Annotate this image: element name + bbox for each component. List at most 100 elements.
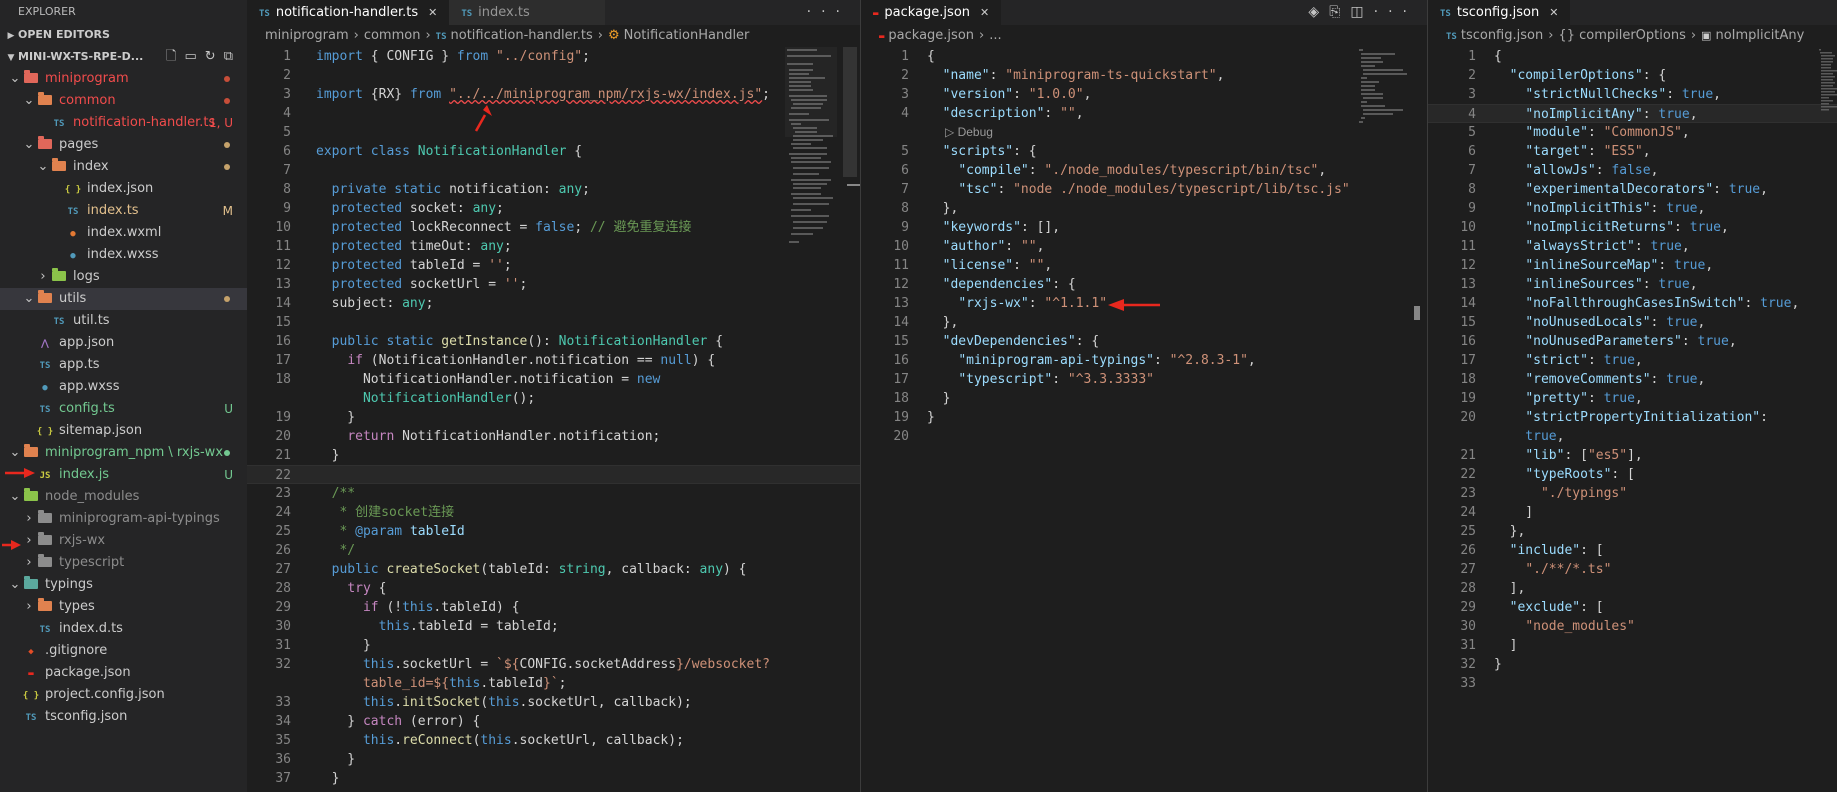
vertical-scrollbar[interactable] — [843, 47, 857, 177]
code-token: null — [660, 353, 692, 368]
tree-folder[interactable]: ⌄ pages — [0, 134, 247, 156]
tree-file[interactable]: TS notification-handler.ts 1, U — [0, 112, 247, 134]
code-token: "noImplicitThis" — [1525, 201, 1651, 216]
tree-folder[interactable]: ⌄ node_modules — [0, 486, 247, 508]
tab-tsconfig-json[interactable]: TS tsconfig.json ✕ — [1428, 0, 1571, 25]
minimap[interactable] — [1818, 47, 1837, 117]
split-editor-icon[interactable]: ◫ — [1350, 4, 1373, 20]
breadcrumb-item[interactable]: notification-handler.ts — [451, 28, 593, 43]
code-line: 10 "author": "", — [861, 237, 1427, 256]
breadcrumb-item[interactable]: tsconfig.json — [1461, 28, 1543, 43]
code-text: protected lockReconnect = false; // 避免重复… — [316, 218, 692, 237]
breadcrumb-item[interactable]: miniprogram — [265, 28, 349, 43]
tree-file[interactable]: { } sitemap.json — [0, 420, 247, 442]
code-text: "compile": "./node_modules/typescript/bi… — [927, 161, 1326, 180]
folder-icon — [38, 136, 52, 149]
code-token: reConnect — [402, 733, 473, 748]
code-line: 25 * @param tableId — [247, 522, 860, 541]
tree-folder[interactable]: › types — [0, 596, 247, 618]
code-text: "experimentalDecorators": true, — [1494, 180, 1768, 199]
close-icon[interactable]: ✕ — [428, 6, 437, 19]
tree-folder[interactable]: ⌄ common — [0, 90, 247, 112]
new-folder-icon[interactable]: ▭ — [185, 49, 205, 64]
breadcrumb-item[interactable]: ... — [989, 28, 1001, 43]
tree-file[interactable]: TS index.d.ts — [0, 618, 247, 640]
tree-file[interactable]: TS config.ts U — [0, 398, 247, 420]
tree-file[interactable]: TS app.ts — [0, 354, 247, 376]
code-line: 33 — [1428, 674, 1837, 693]
tree-folder[interactable]: ⌄ index — [0, 156, 247, 178]
tree-folder[interactable]: › typescript — [0, 552, 247, 574]
code-text: "inlineSources": true, — [1494, 275, 1697, 294]
tree-file[interactable]: { } project.config.json — [0, 684, 247, 706]
code-editor[interactable]: 1 import { CONFIG } from "../config"; 2 3 im… — [247, 47, 860, 788]
tree-file[interactable]: TS util.ts — [0, 310, 247, 332]
tree-file[interactable]: ● index.wxml — [0, 222, 247, 244]
breadcrumb-item[interactable]: package.json — [888, 28, 974, 43]
code-token: NotificationHandler — [417, 144, 567, 159]
tree-folder[interactable]: ⌄ miniprogram_npm \ rxjs-wx — [0, 442, 247, 464]
line-number: 35 — [275, 733, 291, 748]
tab-package-json[interactable]: ▬ package.json ✕ — [861, 0, 1002, 25]
minimap[interactable] — [785, 47, 837, 267]
minimap[interactable] — [1357, 47, 1409, 137]
javascript-file-icon: JS — [39, 471, 51, 481]
code-token: , — [1634, 353, 1643, 368]
code-editor[interactable]: 1{2 "compilerOptions": {3 "strictNullChe… — [1428, 47, 1837, 693]
breadcrumb-item[interactable]: common — [364, 28, 421, 43]
tree-file[interactable]: ● index.wxss — [0, 244, 247, 266]
tree-item-label: index — [73, 159, 109, 174]
tree-file[interactable]: { } index.json — [0, 178, 247, 200]
tree-item-label: package.json — [45, 665, 131, 680]
close-icon[interactable]: ✕ — [1549, 6, 1558, 19]
tree-file[interactable]: TS tsconfig.json — [0, 706, 247, 728]
tree-file[interactable]: ◆ .gitignore — [0, 640, 247, 662]
tab-notification-handler[interactable]: TS notification-handler.ts ✕ — [247, 0, 450, 25]
code-line: 12 "dependencies": { — [861, 275, 1427, 294]
code-token: socketUrl = — [402, 277, 504, 292]
tree-folder[interactable]: ⌄ utils — [0, 288, 247, 310]
breadcrumb-item[interactable]: {} compilerOptions — [1558, 28, 1685, 43]
project-section[interactable]: ▼ MINI-WX-TS-RPE-D... 🗋▭↻⧉ — [0, 46, 247, 68]
code-token: .tableId) { — [433, 600, 520, 615]
tree-file[interactable]: ▬ package.json — [0, 662, 247, 684]
tree-file[interactable]: ⋀ app.json — [0, 332, 247, 354]
breadcrumb-item[interactable]: NotificationHandler — [624, 28, 750, 43]
tree-folder[interactable]: › rxjs-wx — [0, 530, 247, 552]
close-icon[interactable]: ✕ — [980, 6, 989, 19]
code-line: 23 "./typings" — [1428, 484, 1837, 503]
codelens-debug[interactable]: ▷ Debug — [861, 123, 1427, 142]
tab-bar: TS notification-handler.ts ✕ TS index.ts ··· — [247, 0, 860, 25]
line-number: 8 — [1468, 182, 1476, 197]
more-actions-icon[interactable]: ··· — [1374, 4, 1417, 20]
new-file-icon[interactable]: 🗋 — [166, 49, 184, 64]
open-changes-icon[interactable]: ⎘ — [1329, 4, 1350, 20]
code-token: "lib" — [1525, 448, 1565, 463]
code-line: 4 — [247, 104, 860, 123]
tree-folder[interactable]: › logs — [0, 266, 247, 288]
line-number: 4 — [901, 106, 909, 121]
more-actions-icon[interactable]: ··· — [807, 0, 850, 25]
tab-index-ts[interactable]: TS index.ts — [449, 0, 606, 25]
refresh-icon[interactable]: ↻ — [205, 49, 224, 64]
code-line: 11 protected timeOut: any; — [247, 237, 860, 256]
code-line: 27 "./**/*.ts" — [1428, 560, 1837, 579]
tree-folder[interactable]: ⌄ typings — [0, 574, 247, 596]
code-editor[interactable]: 1{2 "name": "miniprogram-ts-quickstart",… — [861, 47, 1427, 446]
tree-file[interactable]: ● app.wxss — [0, 376, 247, 398]
tree-file[interactable]: JS index.js U — [0, 464, 247, 486]
tree-folder[interactable]: ⌄ miniprogram — [0, 68, 247, 90]
open-editors-section[interactable]: ▶ OPEN EDITORS — [0, 24, 247, 46]
git-compare-icon[interactable]: ◈ — [1308, 4, 1329, 20]
tree-file[interactable]: TS index.ts M — [0, 200, 247, 222]
breadcrumb-item[interactable]: noImplicitAny — [1715, 28, 1804, 43]
code-token: : [ — [1611, 467, 1635, 482]
line-number: 13 — [1460, 277, 1476, 292]
tree-folder[interactable]: › miniprogram-api-typings — [0, 508, 247, 530]
code-text: "devDependencies": { — [927, 332, 1100, 351]
collapse-all-icon[interactable]: ⧉ — [224, 49, 241, 64]
editor-group-1: TS notification-handler.ts ✕ TS index.ts ···… — [247, 0, 861, 792]
